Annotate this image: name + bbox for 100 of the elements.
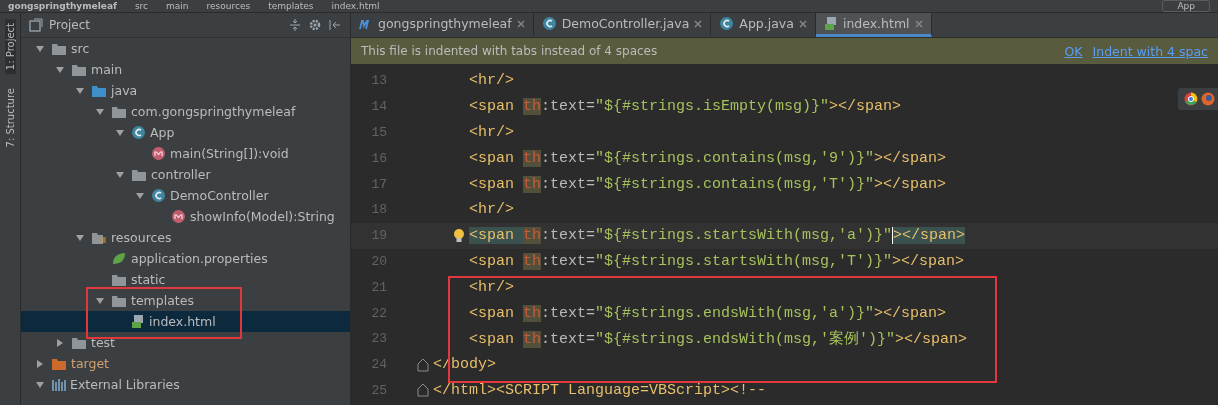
collapse-all-icon[interactable]: [288, 18, 302, 32]
expand-arrow-icon[interactable]: [35, 379, 45, 390]
tree-item[interactable]: controller: [21, 164, 350, 185]
code-line: <hr/>: [469, 72, 514, 90]
tree-item[interactable]: DemoController: [21, 185, 350, 206]
breadcrumb-item[interactable]: main: [166, 0, 189, 12]
libraries-icon: [51, 377, 66, 392]
leaf-file-icon: [111, 251, 127, 266]
class-icon: [719, 16, 735, 31]
code-line: <span th:text="${#strings.contains(msg,'9')}"></span>: [469, 149, 947, 167]
line-number: 16: [370, 150, 387, 166]
tree-item[interactable]: static: [21, 269, 350, 290]
fold-marker-icon[interactable]: [417, 383, 429, 398]
expand-arrow-icon[interactable]: [35, 43, 45, 54]
expand-arrow-icon[interactable]: [115, 127, 125, 138]
lightbulb-icon[interactable]: [453, 228, 465, 244]
code-line: <hr/>: [469, 201, 514, 219]
package-folder-icon: [111, 104, 127, 119]
close-icon[interactable]: [798, 19, 807, 28]
method-icon: [171, 209, 186, 224]
html-file-icon: [823, 16, 838, 31]
close-icon[interactable]: [914, 19, 923, 28]
editor-tab[interactable]: gongspringthymeleaf: [351, 13, 534, 37]
method-icon: [151, 146, 166, 161]
tree-item[interactable]: com.gongspringthymeleaf: [21, 101, 350, 122]
line-number: 17: [370, 176, 387, 192]
breadcrumb-item[interactable]: resources: [206, 0, 251, 12]
tree-item[interactable]: main(String[]):void: [21, 143, 350, 164]
project-view-icon: [29, 18, 43, 32]
code-line: <span th:text="${#strings.endsWith(msg,'a')}"></span>: [469, 304, 947, 322]
expand-arrow-icon[interactable]: [55, 64, 65, 75]
notification-text: This file is indented with tabs instead of 4 spaces: [361, 44, 659, 58]
expand-arrow-icon[interactable]: [75, 85, 85, 96]
html-file-icon: [131, 314, 145, 329]
line-number: 15: [370, 125, 387, 140]
panel-title[interactable]: Project: [49, 18, 282, 32]
line-number: 20: [370, 253, 387, 269]
tool-window-tab[interactable]: 7: Structure: [4, 84, 16, 152]
browser-icon[interactable]: [1184, 92, 1198, 106]
code-line: <span th:text="${#strings.isEmpty(msg)}"></span>: [469, 98, 902, 116]
tree-item[interactable]: test: [21, 332, 350, 353]
line-number: 25: [370, 382, 387, 398]
code-line: </html><SCRIPT Language=VBScript><!--: [433, 381, 767, 399]
collapse-arrow-icon[interactable]: [55, 337, 65, 348]
settings-icon[interactable]: [308, 18, 322, 32]
line-number: 14: [370, 99, 387, 115]
editor-tab[interactable]: index.html: [815, 13, 932, 37]
line-number: 21: [370, 279, 387, 295]
tree-item[interactable]: showInfo(Model):String: [21, 206, 350, 227]
class-icon: [541, 16, 557, 31]
tree-item[interactable]: main: [21, 59, 350, 80]
folder-icon: [51, 41, 67, 56]
code-line: <hr/>: [469, 124, 514, 141]
tree-item[interactable]: index.html: [21, 311, 350, 332]
breadcrumb-item[interactable]: templates: [268, 0, 314, 12]
class-icon: [151, 188, 166, 203]
tree-item[interactable]: App: [21, 122, 350, 143]
editor-tab[interactable]: DemoController.java: [533, 13, 712, 37]
tree-item[interactable]: java: [21, 80, 350, 101]
editor-tab[interactable]: App.java: [711, 13, 816, 37]
folder-icon: [71, 62, 87, 77]
line-number: 18: [370, 202, 387, 218]
expand-arrow-icon[interactable]: [95, 106, 105, 117]
tree-item[interactable]: target: [21, 353, 350, 374]
expand-arrow-icon[interactable]: [95, 295, 105, 306]
source-folder-icon: [91, 83, 107, 98]
breadcrumb-item[interactable]: gongspringthymeleaf: [8, 0, 117, 12]
folder-icon: [71, 335, 87, 350]
code-line: <span th:text="${#strings.startsWith(msg,'T')}"></span>: [469, 252, 965, 270]
resources-folder-icon: [91, 230, 107, 245]
class-icon: [131, 125, 146, 140]
package-folder-icon: [111, 293, 127, 308]
package-folder-icon: [131, 167, 147, 182]
code-line: <span th:text="${#strings.startsWith(msg,'a')}"></span>: [469, 226, 966, 245]
tool-window-tab[interactable]: 1: Project: [4, 19, 16, 75]
package-folder-icon: [111, 272, 127, 287]
tree-item[interactable]: application.properties: [21, 248, 350, 269]
run-configuration-dropdown[interactable]: App: [1162, 0, 1210, 12]
expand-arrow-icon[interactable]: [115, 169, 125, 180]
close-icon[interactable]: [694, 19, 703, 28]
tree-item[interactable]: templates: [21, 290, 350, 311]
expand-arrow-icon[interactable]: [75, 232, 85, 243]
tree-item[interactable]: resources: [21, 227, 350, 248]
line-number: 23: [370, 331, 387, 347]
excluded-folder-icon: [51, 356, 67, 371]
tree-item[interactable]: External Libraries: [21, 374, 350, 395]
expand-arrow-icon[interactable]: [135, 190, 145, 201]
breadcrumb-item[interactable]: index.html: [331, 0, 380, 12]
code-line: <span th:text="${#strings.endsWith(msg,'案例')}"></span>: [469, 329, 968, 349]
tree-item[interactable]: src: [21, 38, 350, 59]
line-number: 22: [370, 305, 387, 321]
breadcrumb-item[interactable]: src: [134, 0, 149, 12]
line-number: 24: [370, 357, 387, 373]
close-icon[interactable]: [516, 19, 525, 28]
hide-panel-icon[interactable]: [328, 18, 342, 32]
fold-marker-icon[interactable]: [417, 357, 429, 372]
line-number: 13: [370, 73, 387, 89]
collapse-arrow-icon[interactable]: [35, 358, 45, 369]
code-line: <span th:text="${#strings.contains(msg,'T')}"></span>: [469, 175, 947, 193]
code-line: <hr/>: [469, 278, 514, 296]
